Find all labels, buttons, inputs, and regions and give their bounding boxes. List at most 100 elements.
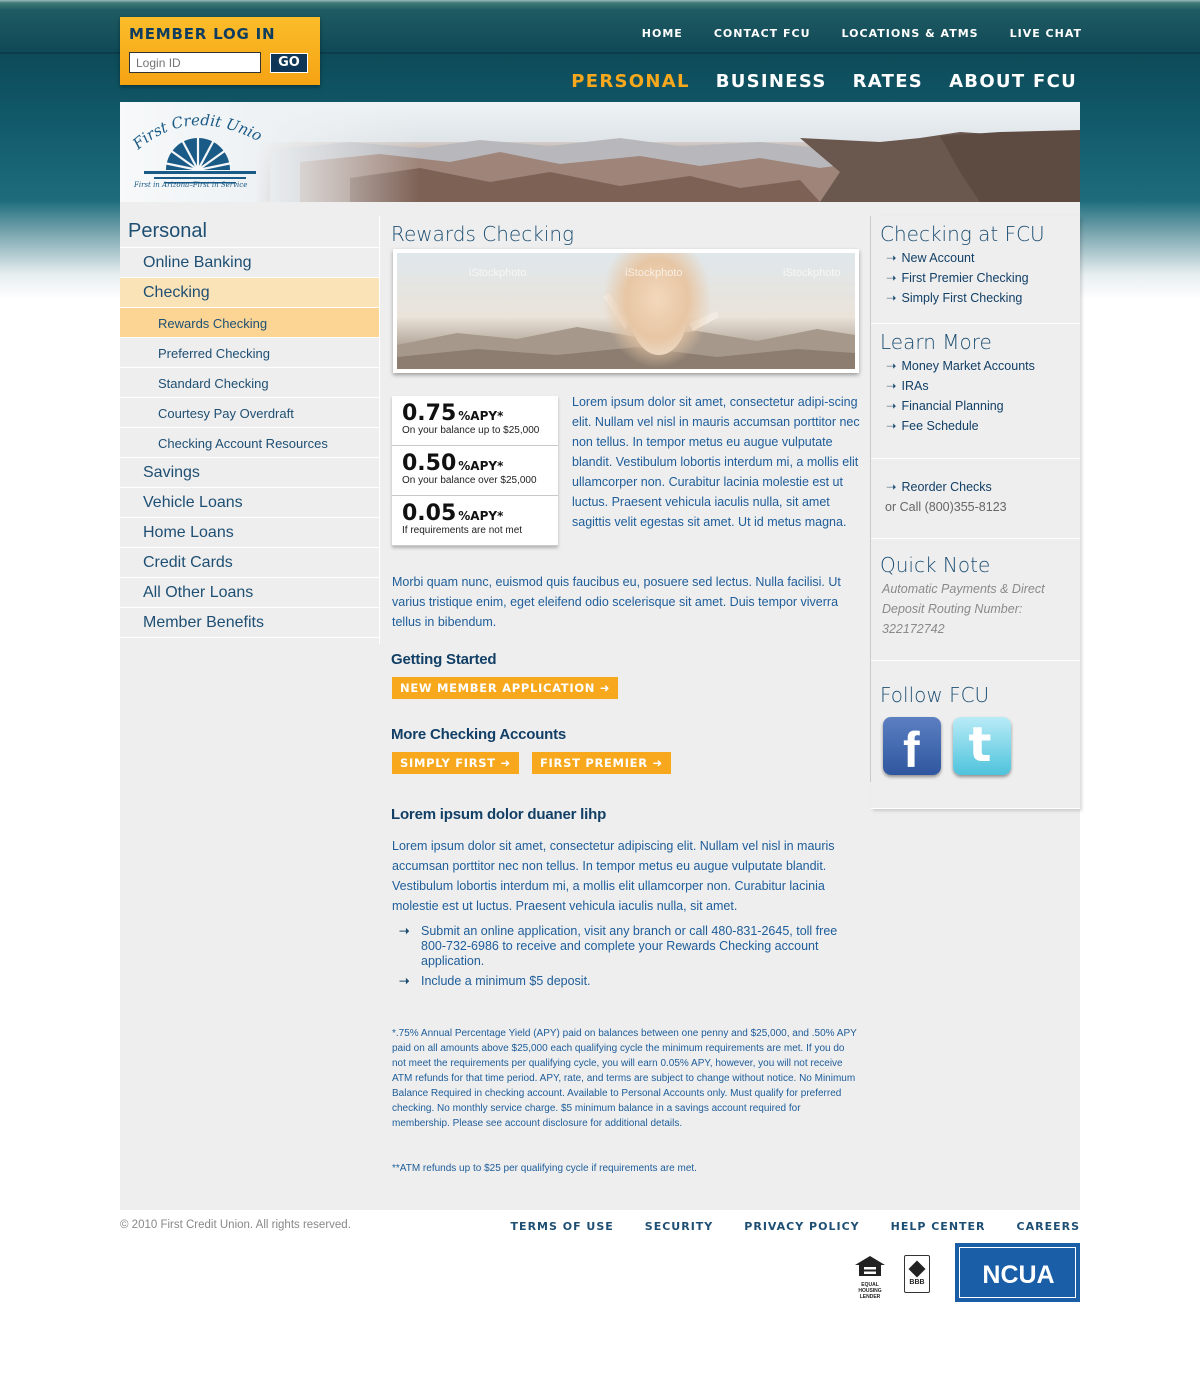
footer-links: TERMS OF USE SECURITY PRIVACY POLICY HEL… xyxy=(511,1220,1080,1233)
hero-photo: iStockphoto iStockphoto iStockphoto xyxy=(397,253,855,369)
copyright: © 2010 First Credit Union. All rights re… xyxy=(120,1219,351,1231)
right-sidebar: Checking at FCU ➝ New Account ➝ First Prem… xyxy=(871,216,1080,809)
learn-more-heading: Learn More xyxy=(880,330,992,354)
routing-number-note: Automatic Payments & Direct Deposit Rout… xyxy=(882,582,1045,636)
reorder-phone: or Call (800)355-8123 xyxy=(885,500,1007,514)
util-live-chat-link[interactable]: LIVE CHAT xyxy=(1010,27,1082,40)
sidebar-item-home-loans[interactable]: Home Loans xyxy=(120,518,379,548)
atm-refund-note: **ATM refunds up to $25 per qualifying c… xyxy=(392,1163,697,1174)
footer-link-privacy[interactable]: PRIVACY POLICY xyxy=(744,1220,859,1233)
ehl-label: EQUAL HOUSING LENDER xyxy=(858,1282,882,1300)
login-go-button[interactable]: GO xyxy=(270,53,308,73)
canyon-banner: First Credit Union First in Arizona–Firs… xyxy=(120,102,1080,202)
facebook-icon[interactable]: f xyxy=(883,717,941,778)
link-new-account[interactable]: ➝ New Account xyxy=(880,248,1080,268)
disclosure-text: *.75% Annual Percentage Yield (APY) paid… xyxy=(392,1028,857,1129)
bbb-torch-icon xyxy=(908,1260,926,1278)
intro-paragraph: Lorem ipsum dolor sit amet, consectetur … xyxy=(572,395,860,529)
first-premier-button[interactable]: FIRST PREMIER ➜ xyxy=(532,752,671,774)
more-checking-heading: More Checking Accounts xyxy=(391,726,567,743)
arrow-right-icon: ➝ xyxy=(886,399,897,413)
nav-business[interactable]: BUSINESS xyxy=(716,71,827,92)
util-locations-link[interactable]: LOCATIONS & ATMS xyxy=(842,27,979,40)
sidebar-item-checking[interactable]: Checking xyxy=(120,278,379,308)
footer-link-security[interactable]: SECURITY xyxy=(645,1220,713,1233)
sidebar-item-preferred-checking[interactable]: Preferred Checking xyxy=(120,338,379,368)
link-money-market[interactable]: ➝ Money Market Accounts xyxy=(880,356,1080,376)
bbb-icon: BBB xyxy=(904,1255,930,1293)
checking-links-box: Checking at FCU ➝ New Account ➝ First Prem… xyxy=(871,216,1080,324)
sidebar-item-other-loans[interactable]: All Other Loans xyxy=(120,578,379,608)
logo-tagline: First in Arizona–First in Service xyxy=(134,181,248,189)
arrow-right-icon: ➝ xyxy=(886,419,897,433)
rate-value: 0.05 xyxy=(402,501,457,526)
utility-nav: HOME CONTACT FCU LOCATIONS & ATMS LIVE C… xyxy=(642,27,1082,40)
arrow-right-icon: ➜ xyxy=(652,756,663,770)
nav-about[interactable]: ABOUT FCU xyxy=(949,71,1077,92)
link-financial-planning[interactable]: ➝ Financial Planning xyxy=(880,396,1080,416)
sidebar-item-courtesy-pay[interactable]: Courtesy Pay Overdraft xyxy=(120,398,379,428)
sidebar-item-online-banking[interactable]: Online Banking xyxy=(120,248,379,278)
util-contact-link[interactable]: CONTACT FCU xyxy=(714,27,811,40)
sidebar-item-savings[interactable]: Savings xyxy=(120,458,379,488)
button-label: NEW MEMBER APPLICATION xyxy=(400,681,596,695)
getting-started-heading: Getting Started xyxy=(391,651,497,668)
hero-watermark: iStockphoto xyxy=(625,267,683,279)
footer-link-careers[interactable]: CAREERS xyxy=(1017,1220,1080,1233)
page-title: Rewards Checking xyxy=(391,222,575,246)
nav-personal[interactable]: PERSONAL xyxy=(571,71,689,92)
lorem-heading: Lorem ipsum dolor duaner lihp xyxy=(391,806,607,823)
nav-rates[interactable]: RATES xyxy=(853,71,923,92)
rate-card: 0.75 %APY* On your balance up to $25,000 xyxy=(392,396,558,446)
link-label: IRAs xyxy=(901,379,929,393)
follow-box: Follow FCU f t xyxy=(871,661,1080,809)
link-label: Money Market Accounts xyxy=(901,359,1035,373)
rate-unit: %APY* xyxy=(458,409,504,423)
footer-link-terms[interactable]: TERMS OF USE xyxy=(511,1220,614,1233)
rate-unit: %APY* xyxy=(458,459,504,473)
arrow-right-icon: ➝ xyxy=(886,359,897,373)
bullet-text: Submit an online application, visit any … xyxy=(421,924,838,968)
reorder-box: ➝ Reorder Checks or Call (800)355-8123 xyxy=(871,459,1080,539)
list-item: ➝ Include a minimum $5 deposit. xyxy=(399,974,861,989)
link-iras[interactable]: ➝ IRAs xyxy=(880,376,1080,396)
login-id-input[interactable] xyxy=(129,52,261,73)
twitter-glyph: t xyxy=(968,717,992,773)
sidebar-item-member-benefits[interactable]: Member Benefits xyxy=(120,608,379,638)
sidebar-item-vehicle-loans[interactable]: Vehicle Loans xyxy=(120,488,379,518)
twitter-icon[interactable]: t xyxy=(953,717,1012,775)
footer-link-help[interactable]: HELP CENTER xyxy=(891,1220,986,1233)
sidebar-item-rewards-checking[interactable]: Rewards Checking xyxy=(120,308,379,338)
arrow-right-icon: ➜ xyxy=(599,681,611,695)
util-home-link[interactable]: HOME xyxy=(642,27,683,40)
link-label: Financial Planning xyxy=(901,399,1004,413)
rates-table: 0.75 %APY* On your balance up to $25,000 … xyxy=(392,396,558,546)
ncua-badge: NCUA xyxy=(955,1243,1080,1302)
content-area: Personal Online Banking Checking Rewards… xyxy=(120,202,1080,1210)
hero-watermark: iStockphoto xyxy=(783,267,841,279)
rate-unit: %APY* xyxy=(458,509,504,523)
sidebar-item-checking-resources[interactable]: Checking Account Resources xyxy=(120,428,379,458)
link-fee-schedule[interactable]: ➝ Fee Schedule xyxy=(880,416,1080,436)
lorem-paragraph: Lorem ipsum dolor sit amet, consectetur … xyxy=(392,839,835,913)
nav-section-heading[interactable]: Personal xyxy=(120,216,379,248)
follow-heading: Follow FCU xyxy=(880,683,990,707)
list-item: ➝ Submit an online application, visit any… xyxy=(399,924,861,969)
rate-description: If requirements are not met xyxy=(402,525,523,536)
simply-first-button[interactable]: SIMPLY FIRST ➜ xyxy=(392,752,519,774)
sidebar-item-standard-checking[interactable]: Standard Checking xyxy=(120,368,379,398)
hero-image-frame: iStockphoto iStockphoto iStockphoto xyxy=(393,249,859,373)
equal-housing-lender-icon: EQUAL HOUSING LENDER xyxy=(854,1255,886,1300)
link-label: Simply First Checking xyxy=(901,291,1023,305)
button-label: SIMPLY FIRST xyxy=(400,756,496,770)
rate-card: 0.05 %APY* If requirements are not met xyxy=(392,496,558,546)
sunrise-logo-icon: First Credit Union xyxy=(125,102,265,184)
link-reorder-checks[interactable]: ➝ Reorder Checks xyxy=(880,477,1080,497)
intro-paragraph-2: Morbi quam nunc, euismod quis faucibus e… xyxy=(392,575,841,629)
house-icon xyxy=(855,1256,885,1276)
link-first-premier-checking[interactable]: ➝ First Premier Checking xyxy=(880,268,1080,288)
new-member-application-button[interactable]: NEW MEMBER APPLICATION ➜ xyxy=(392,677,619,699)
sidebar-item-credit-cards[interactable]: Credit Cards xyxy=(120,548,379,578)
link-simply-first-checking[interactable]: ➝ Simply First Checking xyxy=(880,288,1080,308)
button-label: FIRST PREMIER xyxy=(540,756,648,770)
